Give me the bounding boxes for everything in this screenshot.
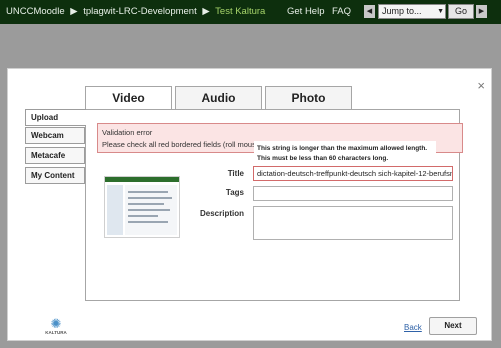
- tab-audio[interactable]: Audio: [175, 86, 262, 109]
- jump-to-selected-value: Jump to...: [382, 6, 422, 16]
- close-icon[interactable]: ×: [477, 78, 485, 93]
- breadcrumb-current: Test Kaltura: [215, 6, 266, 17]
- side-tab-my-content[interactable]: My Content: [25, 167, 85, 184]
- go-button[interactable]: Go: [448, 4, 474, 19]
- title-label: Title: [227, 169, 244, 178]
- previous-activity-button[interactable]: ◀: [364, 5, 375, 18]
- tooltip-line-2: This must be less than 60 characters lon…: [257, 154, 389, 162]
- get-help-link[interactable]: Get Help: [287, 6, 325, 17]
- breadcrumb-separator-icon: ▶: [202, 6, 210, 17]
- kaltura-logo-text: KALTURA: [45, 330, 67, 335]
- description-field[interactable]: [253, 206, 453, 240]
- description-label: Description: [199, 209, 244, 218]
- kaltura-upload-dialog: × Video Audio Photo Upload Webcam Metaca…: [7, 68, 492, 341]
- breadcrumb-separator-icon: ▶: [70, 6, 78, 17]
- side-tab-upload[interactable]: Upload: [25, 109, 86, 126]
- tab-video[interactable]: Video: [85, 86, 172, 110]
- jump-to-select[interactable]: Jump to... ▼: [378, 4, 446, 19]
- kaltura-logo-icon: ✺: [50, 316, 62, 331]
- breadcrumb-course-link[interactable]: tplagwit-LRC-Development: [83, 6, 197, 17]
- breadcrumb: UNCCMoodle ▶ tplagwit-LRC-Development ▶ …: [6, 6, 265, 17]
- side-tab-metacafe[interactable]: Metacafe: [25, 147, 85, 164]
- kaltura-logo: ✺ KALTURA: [38, 316, 74, 335]
- chevron-down-icon: ▼: [437, 8, 444, 15]
- next-button[interactable]: Next: [429, 317, 477, 335]
- breadcrumb-home-link[interactable]: UNCCMoodle: [6, 6, 65, 17]
- back-link[interactable]: Back: [404, 323, 422, 332]
- tab-photo[interactable]: Photo: [265, 86, 352, 109]
- validation-error-title: Validation error: [102, 128, 153, 137]
- side-tab-webcam[interactable]: Webcam: [25, 127, 85, 144]
- title-field[interactable]: dictation-deutsch-treffpunkt-deutsch sic…: [253, 166, 453, 181]
- tags-field[interactable]: [253, 186, 453, 201]
- video-thumbnail: [104, 176, 180, 238]
- top-navbar: UNCCMoodle ▶ tplagwit-LRC-Development ▶ …: [0, 0, 501, 24]
- faq-link[interactable]: FAQ: [332, 6, 351, 17]
- length-error-tooltip: This string is longer than the maximum a…: [254, 141, 436, 166]
- next-activity-button[interactable]: ▶: [476, 5, 487, 18]
- tags-label: Tags: [225, 188, 244, 197]
- tooltip-line-1: This string is longer than the maximum a…: [257, 145, 428, 152]
